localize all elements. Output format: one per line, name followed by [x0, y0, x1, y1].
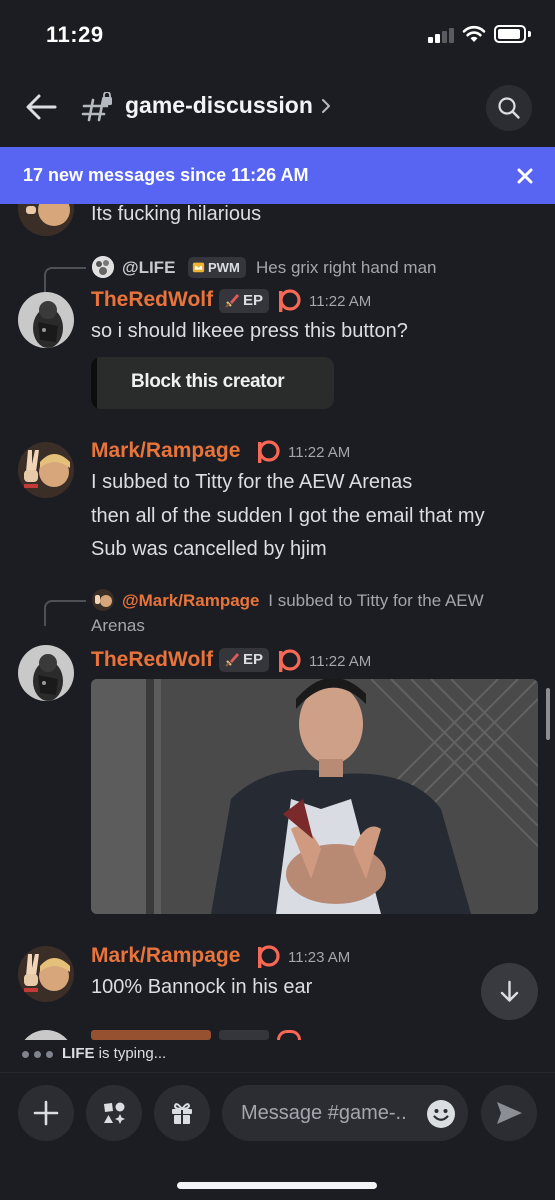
reply-message: I subbed to Titty for the AEW [268, 591, 484, 610]
reply-author: @LIFE [122, 258, 176, 277]
home-indicator [177, 1182, 377, 1189]
message-timestamp: 11:22 AM [288, 444, 351, 461]
battery-tip [528, 31, 531, 37]
message-author[interactable]: TheRedWolf [91, 288, 213, 312]
emoji-icon[interactable] [426, 1099, 456, 1129]
sword-icon [225, 294, 239, 308]
sword-icon [225, 653, 239, 667]
gift-icon [172, 1103, 192, 1124]
reply-message: Hes grix right hand man [256, 258, 437, 277]
role-tag: EP [219, 648, 270, 672]
typing-indicator: LIFE is typing... [0, 1040, 555, 1070]
reply-author: @Mark/Rampage [122, 591, 260, 610]
new-messages-banner[interactable]: 17 new messages since 11:26 AM [0, 147, 555, 204]
new-messages-text: 17 new messages since 11:26 AM [23, 165, 309, 185]
role-tag: EP [219, 289, 270, 313]
battery-level [498, 29, 520, 39]
channel-header: game-discussion [0, 72, 555, 144]
search-button[interactable] [486, 85, 532, 131]
reply-preview[interactable]: @Mark/Rampage I subbed to Titty for the … [122, 588, 542, 613]
add-attachment-button[interactable] [18, 1085, 74, 1141]
typing-user: LIFE [62, 1045, 95, 1062]
message-author[interactable]: TheRedWolf [91, 648, 213, 672]
status-time: 11:29 [46, 22, 104, 47]
channel-title[interactable]: game-discussion [125, 92, 313, 119]
next-author-peek [91, 1030, 211, 1040]
message-timestamp: 11:22 AM [309, 653, 372, 670]
typing-dots-icon [22, 1051, 58, 1059]
avatar[interactable] [18, 204, 74, 236]
apps-button[interactable] [86, 1085, 142, 1141]
reply-avatar [92, 589, 114, 611]
reply-avatar [92, 256, 114, 278]
gif-attachment[interactable] [91, 679, 538, 914]
message-list: Its fucking hilarious @LIFE PWM Hes grix… [0, 204, 555, 1040]
wifi-icon [462, 25, 486, 42]
message-text: so i should likeee press this button? [91, 320, 408, 342]
role-tag: PWM [188, 257, 246, 278]
role-tag-label: EP [243, 651, 264, 668]
reply-connector [44, 267, 86, 293]
message-text: 100% Bannock in his ear [91, 976, 313, 998]
close-icon[interactable] [512, 163, 538, 189]
search-icon [498, 97, 520, 119]
message-text: I subbed to Titty for the AEW Arenas [91, 471, 413, 493]
crown-icon [192, 262, 205, 273]
role-tag-label: EP [243, 292, 264, 309]
patreon-icon [258, 440, 280, 463]
reply-message-continued: Arenas [91, 616, 145, 635]
block-creator-button-label: Block this creator [131, 371, 285, 392]
reply-preview[interactable]: @LIFE [122, 255, 175, 280]
patreon-icon [258, 945, 280, 968]
avatar[interactable] [18, 292, 74, 348]
cellular-signal-icon [428, 27, 456, 43]
message-text: Sub was cancelled by hjim [91, 538, 327, 560]
avatar[interactable] [18, 442, 74, 498]
chevron-right-icon[interactable] [318, 95, 334, 117]
send-button[interactable] [481, 1085, 537, 1141]
patreon-icon [279, 289, 301, 312]
apps-icon [104, 1102, 125, 1124]
message-timestamp: 11:23 AM [288, 949, 351, 966]
patreon-icon [279, 649, 301, 672]
message-text: then all of the sudden I got the email t… [91, 505, 485, 527]
message-composer [0, 1072, 555, 1200]
avatar[interactable] [18, 645, 74, 701]
locked-channel-hash-icon [81, 92, 112, 122]
battery-icon [494, 25, 526, 43]
jump-to-present-button[interactable] [481, 963, 538, 1020]
avatar[interactable] [18, 946, 74, 1002]
status-bar: 11:29 [0, 0, 555, 70]
embedded-image[interactable]: Block this creator [91, 357, 334, 409]
avatar[interactable] [18, 1030, 74, 1040]
message-author[interactable]: Mark/Rampage [91, 439, 240, 463]
arrow-down-icon [500, 980, 519, 1002]
role-tag-label: PWM [208, 260, 240, 275]
message-text: Its fucking hilarious [91, 204, 262, 225]
message-timestamp: 11:22 AM [309, 293, 372, 310]
back-arrow-icon[interactable] [24, 92, 58, 122]
send-icon [497, 1102, 522, 1124]
next-tag-peek [219, 1030, 269, 1040]
next-patreon-peek [277, 1030, 301, 1040]
typing-suffix: is typing... [98, 1045, 167, 1062]
typing-text: LIFE is typing... [62, 1045, 166, 1062]
gift-button[interactable] [154, 1085, 210, 1141]
plus-icon [33, 1100, 59, 1126]
scrollbar[interactable] [546, 688, 550, 740]
message-author[interactable]: Mark/Rampage [91, 944, 240, 968]
reply-connector [44, 600, 86, 626]
